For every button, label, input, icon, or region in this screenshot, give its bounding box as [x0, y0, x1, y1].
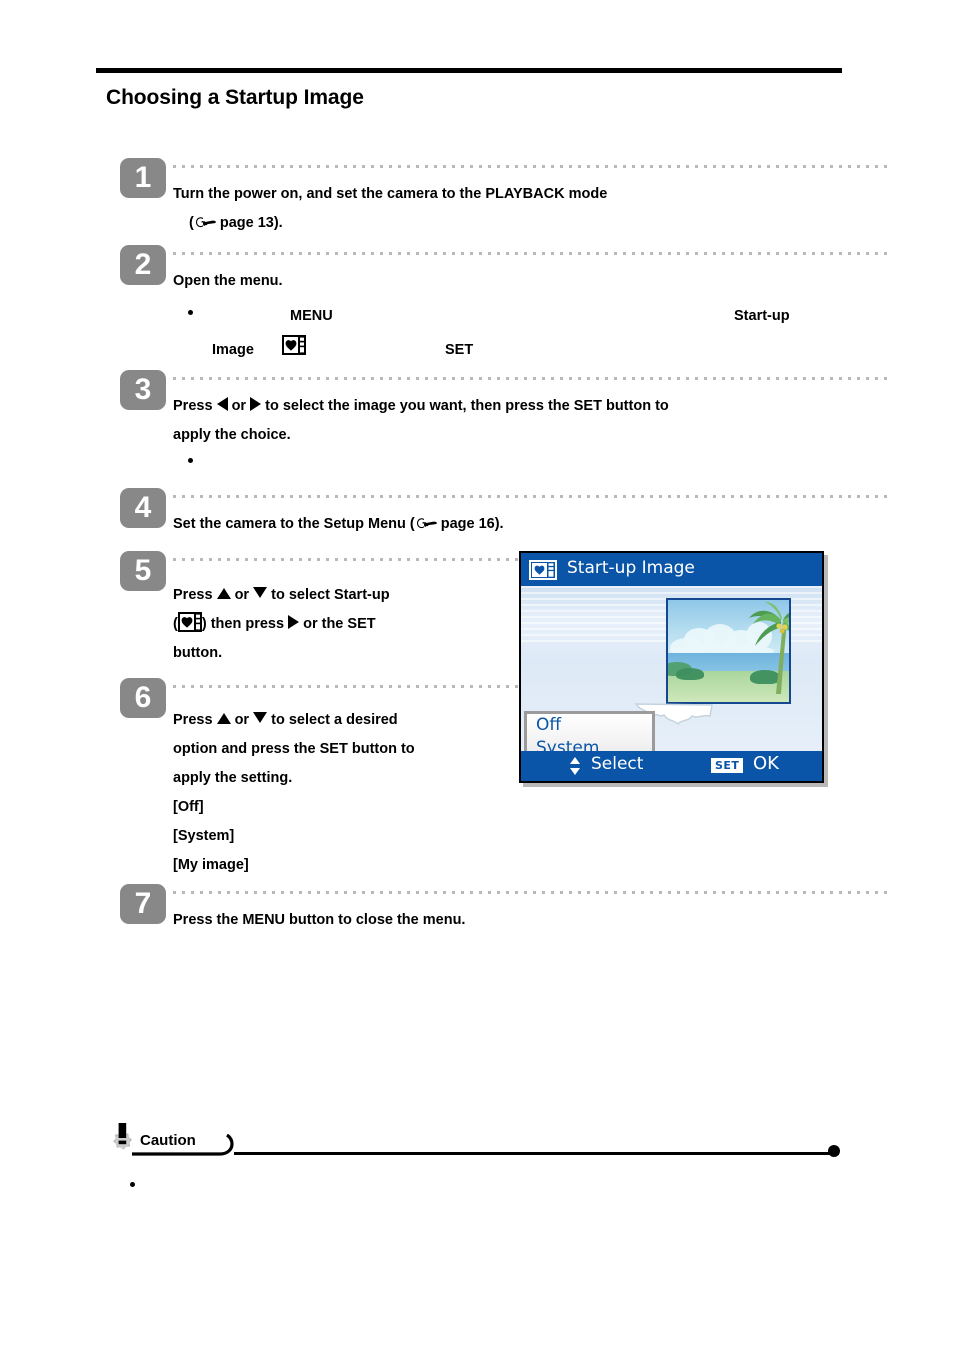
down-arrow-icon — [253, 712, 268, 723]
step-3-tail: to select the image you want, then press… — [265, 398, 669, 414]
step-4-body: Set the camera to the Setup Menu ( page 1… — [173, 510, 504, 539]
step-separator-dots — [173, 685, 523, 688]
step-7-line-1: Press the MENU button to close the menu. — [173, 912, 466, 928]
step-number-badge: 2 — [120, 245, 166, 285]
step-3-body: Press or to select the image you want, t… — [173, 392, 669, 450]
step-6-line-1: Press or to select a desired — [173, 706, 503, 735]
caution-end-dot — [828, 1145, 840, 1157]
step-2-startup-label: Start-up — [734, 308, 790, 324]
step-5-then: ) then press — [201, 616, 285, 632]
up-arrow-icon — [216, 588, 231, 599]
caution-block: Caution — [104, 1122, 844, 1162]
step-4-pre: Set the camera to the Setup Menu ( — [173, 516, 415, 532]
step-separator-dots — [173, 495, 893, 498]
step-2-menu-label: MENU — [290, 308, 333, 324]
step-2-line-1: Open the menu. — [173, 273, 283, 289]
lcd-select-label: Select — [591, 754, 644, 774]
lcd-title-text: Start-up Image — [567, 558, 695, 578]
step-6-option-system: [System] — [173, 828, 235, 844]
caution-label: Caution — [140, 1132, 196, 1149]
step-5-tail: to select Start-up — [271, 587, 390, 603]
step-6-line-3: apply the setting. — [173, 770, 293, 786]
down-arrow-icon — [253, 587, 268, 598]
step-5-or-word: or — [234, 587, 250, 603]
step-number-badge: 3 — [120, 370, 166, 410]
startup-image-icon — [177, 612, 202, 632]
step-5-press-word: Press — [173, 587, 213, 603]
lcd-footer-bar: Select SET OK — [521, 751, 822, 781]
step-6-press-word: Press — [173, 712, 213, 728]
startup-image-thumbnail — [666, 598, 791, 704]
caution-rule — [234, 1152, 839, 1155]
page-title: Choosing a Startup Image — [106, 86, 364, 109]
paren-open: ( — [189, 215, 194, 231]
step-1-line-2: ( page 13). — [173, 209, 607, 238]
step-2-startup-icon-wrap — [282, 333, 306, 362]
step-5-line-1: Press or to select Start-up — [173, 581, 503, 610]
step-number-badge: 6 — [120, 678, 166, 718]
step-6-body: Press or to select a desired option and … — [173, 706, 503, 880]
step-3-or-word: or — [231, 398, 247, 414]
lcd-set-badge: SET — [711, 758, 744, 773]
option-off[interactable]: Off — [527, 714, 652, 737]
lcd-ok-label: OK — [753, 753, 779, 774]
step-6-tail: to select a desired — [271, 712, 398, 728]
step-4-post: page 16). — [440, 516, 504, 532]
header-rule — [96, 68, 842, 73]
step-6-or-word: or — [234, 712, 250, 728]
step-7-body: Press the MENU button to close the menu. — [173, 906, 465, 935]
lcd-canvas: Off System My image — [521, 586, 822, 781]
step-number-badge: 5 — [120, 551, 166, 591]
up-arrow-icon — [216, 713, 231, 724]
step-2-bullet — [188, 310, 193, 315]
step-3-press-word: Press — [173, 398, 213, 414]
lcd-title-bar: Start-up Image — [521, 553, 822, 586]
caution-bullet — [130, 1182, 135, 1187]
step-number-badge: 7 — [120, 884, 166, 924]
step-6-option-off: [Off] — [173, 799, 204, 815]
up-down-arrows-icon — [570, 757, 580, 775]
right-arrow-icon — [288, 615, 300, 629]
step-6-option-my-image: [My image] — [173, 857, 249, 873]
hill-shape — [676, 668, 704, 680]
left-arrow-icon — [216, 397, 228, 411]
step-5-orset: or the SET — [303, 616, 376, 632]
step-separator-dots — [173, 165, 893, 168]
step-2-body: Open the menu. — [173, 267, 283, 296]
step-2-set-label: SET — [445, 342, 474, 358]
step-1-page-ref: page 13). — [219, 215, 283, 231]
camera-lcd-screenshot: Start-up Image Off System Select SET OK — [519, 551, 824, 783]
manual-page: Choosing a Startup Image 1 Turn the powe… — [0, 0, 954, 1350]
pointing-hand-icon — [415, 513, 439, 530]
step-separator-dots — [173, 377, 893, 380]
step-3-bullet — [188, 458, 193, 463]
step-number-badge: 1 — [120, 158, 166, 198]
step-2-image-label: Image — [212, 342, 254, 358]
step-1-body: Turn the power on, and set the camera to… — [173, 180, 607, 238]
step-separator-dots — [173, 558, 523, 561]
startup-image-icon — [529, 560, 557, 580]
step-5-line-2: () then press or the SET — [173, 610, 503, 639]
startup-image-icon — [282, 335, 306, 355]
step-1-line-1: Turn the power on, and set the camera to… — [173, 186, 608, 202]
step-5-body: Press or to select Start-up () then pres… — [173, 581, 503, 668]
pointing-hand-icon — [194, 212, 218, 229]
step-6-line-2: option and press the SET button to — [173, 741, 415, 757]
right-arrow-icon — [250, 397, 262, 411]
step-3-line-1: Press or to select the image you want, t… — [173, 392, 669, 421]
step-3-line-2: apply the choice. — [173, 427, 291, 443]
step-4-line-1: Set the camera to the Setup Menu ( page 1… — [173, 510, 504, 539]
step-5-line-3: button. — [173, 645, 223, 661]
step-separator-dots — [173, 252, 893, 255]
step-separator-dots — [173, 891, 893, 894]
step-number-badge: 4 — [120, 488, 166, 528]
palm-tree-icon — [749, 602, 789, 694]
